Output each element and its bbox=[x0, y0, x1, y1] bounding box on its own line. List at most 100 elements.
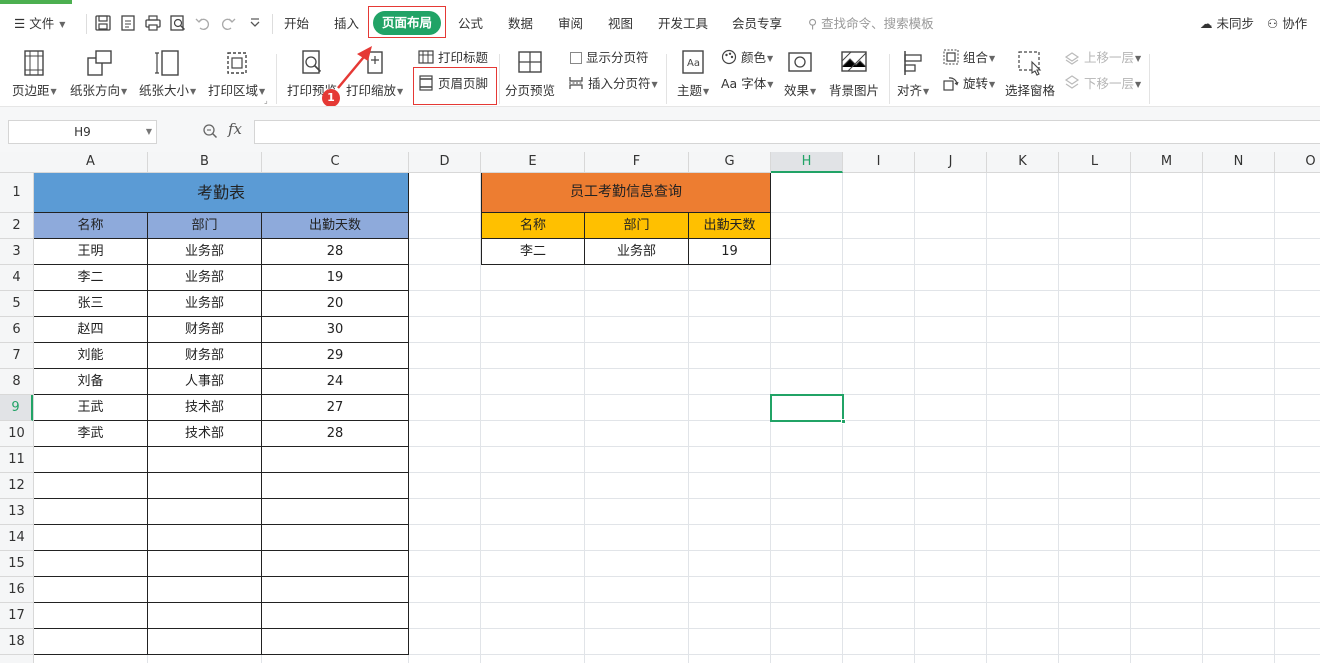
table-cell[interactable]: 赵四 bbox=[34, 317, 148, 343]
sync-status[interactable]: ☁ 未同步 bbox=[1200, 14, 1254, 34]
send-backward-button[interactable]: 下移一层▼ bbox=[1064, 74, 1141, 94]
empty-cell[interactable] bbox=[34, 473, 148, 499]
lookup-header-cell[interactable]: 出勤天数 bbox=[689, 213, 771, 239]
column-header-l[interactable]: L bbox=[1059, 152, 1131, 173]
table-cell[interactable]: 刘能 bbox=[34, 343, 148, 369]
tab-data[interactable]: 数据 bbox=[508, 14, 533, 34]
table-cell[interactable]: 李二 bbox=[34, 265, 148, 291]
row-header-1[interactable]: 1 bbox=[0, 173, 33, 213]
theme-button[interactable]: Aa 主题▼ bbox=[677, 50, 709, 99]
column-header-g[interactable]: G bbox=[689, 152, 771, 173]
row-header-2[interactable]: 2 bbox=[0, 213, 33, 239]
table-cell[interactable]: 29 bbox=[262, 343, 409, 369]
fonts-button[interactable]: Aa 字体▼ bbox=[721, 74, 773, 94]
tab-review[interactable]: 审阅 bbox=[558, 14, 583, 34]
table-cell[interactable]: 28 bbox=[262, 239, 409, 265]
column-header-n[interactable]: N bbox=[1203, 152, 1275, 173]
table-cell[interactable]: 张三 bbox=[34, 291, 148, 317]
table-cell[interactable]: 20 bbox=[262, 291, 409, 317]
empty-cell[interactable] bbox=[148, 525, 262, 551]
paper-size-button[interactable]: 纸张大小▼ bbox=[139, 50, 196, 99]
active-cell[interactable] bbox=[770, 394, 846, 424]
fill-handle[interactable] bbox=[841, 419, 846, 424]
table-cell[interactable]: 业务部 bbox=[148, 265, 262, 291]
column-header-a[interactable]: A bbox=[34, 152, 148, 173]
row-header-6[interactable]: 6 bbox=[0, 317, 33, 343]
lookup-result-cell[interactable]: 李二 bbox=[481, 239, 585, 265]
name-box[interactable]: H9 ▼ bbox=[8, 120, 157, 144]
page-setup-launcher-icon[interactable]: ⌟ bbox=[264, 96, 268, 105]
tab-member[interactable]: 会员专享 bbox=[732, 14, 782, 34]
table-cell[interactable]: 财务部 bbox=[148, 317, 262, 343]
print-titles-button[interactable]: 打印标题 bbox=[418, 48, 488, 68]
fx-button[interactable]: fx bbox=[228, 120, 242, 138]
empty-cell[interactable] bbox=[34, 525, 148, 551]
collaborate-button[interactable]: ⚇ 协作 bbox=[1267, 14, 1307, 34]
empty-cell[interactable] bbox=[262, 551, 409, 577]
save-icon[interactable] bbox=[94, 14, 112, 32]
row-header-4[interactable]: 4 bbox=[0, 265, 33, 291]
margins-button[interactable]: 页边距▼ bbox=[12, 50, 57, 99]
show-page-breaks-checkbox[interactable]: 显示分页符 bbox=[570, 48, 649, 68]
empty-cell[interactable] bbox=[262, 603, 409, 629]
selection-pane-button[interactable]: 选择窗格 bbox=[1005, 50, 1055, 99]
command-search[interactable]: ⚲ 查找命令、搜索模板 bbox=[808, 14, 934, 34]
row-header-5[interactable]: 5 bbox=[0, 291, 33, 317]
empty-cell[interactable] bbox=[262, 447, 409, 473]
insert-page-break-button[interactable]: 插入分页符▼ bbox=[568, 74, 658, 94]
table-title[interactable]: 考勤表 bbox=[34, 173, 409, 213]
background-image-button[interactable]: 背景图片 bbox=[829, 50, 879, 99]
table-cell[interactable]: 28 bbox=[262, 421, 409, 447]
empty-cell[interactable] bbox=[148, 603, 262, 629]
tab-developer[interactable]: 开发工具 bbox=[658, 14, 708, 34]
row-header-18[interactable]: 18 bbox=[0, 629, 33, 655]
row-header-14[interactable]: 14 bbox=[0, 525, 33, 551]
empty-cell[interactable] bbox=[262, 629, 409, 655]
table-cell[interactable]: 李武 bbox=[34, 421, 148, 447]
bring-forward-button[interactable]: 上移一层▼ bbox=[1064, 48, 1141, 68]
align-button[interactable]: 对齐▼ bbox=[897, 50, 929, 99]
undo-icon[interactable] bbox=[194, 14, 212, 32]
tab-formulas[interactable]: 公式 bbox=[458, 14, 483, 34]
empty-cell[interactable] bbox=[148, 499, 262, 525]
table-header-cell[interactable]: 部门 bbox=[148, 213, 262, 239]
empty-cell[interactable] bbox=[148, 551, 262, 577]
formula-input[interactable] bbox=[254, 120, 1320, 144]
page-break-preview-button[interactable]: 分页预览 bbox=[505, 50, 555, 99]
column-header-i[interactable]: I bbox=[843, 152, 915, 173]
orientation-button[interactable]: 纸张方向▼ bbox=[70, 50, 127, 99]
empty-cell[interactable] bbox=[262, 473, 409, 499]
column-header-d[interactable]: D bbox=[409, 152, 481, 173]
empty-cell[interactable] bbox=[34, 577, 148, 603]
table-cell[interactable]: 王明 bbox=[34, 239, 148, 265]
cell-grid[interactable]: 考勤表 名称 部门 出勤天数 王明 业务部 28 李二 业务部 19 张三 业务部 20 赵四 财务部 30 刘… bbox=[34, 173, 1320, 663]
table-cell[interactable]: 王武 bbox=[34, 395, 148, 421]
row-header-15[interactable]: 15 bbox=[0, 551, 33, 577]
column-header-e[interactable]: E bbox=[481, 152, 585, 173]
table-cell[interactable]: 技术部 bbox=[148, 395, 262, 421]
table-cell[interactable]: 人事部 bbox=[148, 369, 262, 395]
print-icon[interactable] bbox=[144, 14, 162, 32]
lookup-header-cell[interactable]: 名称 bbox=[481, 213, 585, 239]
row-header-16[interactable]: 16 bbox=[0, 577, 33, 603]
row-header-11[interactable]: 11 bbox=[0, 447, 33, 473]
empty-cell[interactable] bbox=[148, 577, 262, 603]
row-header-10[interactable]: 10 bbox=[0, 421, 33, 447]
table-cell[interactable]: 技术部 bbox=[148, 421, 262, 447]
empty-cell[interactable] bbox=[262, 525, 409, 551]
row-header-13[interactable]: 13 bbox=[0, 499, 33, 525]
table-cell[interactable]: 业务部 bbox=[148, 239, 262, 265]
file-menu[interactable]: ☰ 文件 ▼ bbox=[14, 14, 65, 34]
print-scale-button[interactable]: 打印缩放▼ bbox=[346, 50, 403, 99]
row-header-8[interactable]: 8 bbox=[0, 369, 33, 395]
row-header-17[interactable]: 17 bbox=[0, 603, 33, 629]
column-header-o[interactable]: O bbox=[1275, 152, 1320, 173]
empty-cell[interactable] bbox=[148, 629, 262, 655]
empty-cell[interactable] bbox=[34, 629, 148, 655]
customize-toolbar-icon[interactable] bbox=[246, 15, 264, 33]
column-header-f[interactable]: F bbox=[585, 152, 689, 173]
table-header-cell[interactable]: 名称 bbox=[34, 213, 148, 239]
lookup-header-cell[interactable]: 部门 bbox=[585, 213, 689, 239]
column-header-m[interactable]: M bbox=[1131, 152, 1203, 173]
zoom-icon[interactable] bbox=[202, 123, 218, 139]
